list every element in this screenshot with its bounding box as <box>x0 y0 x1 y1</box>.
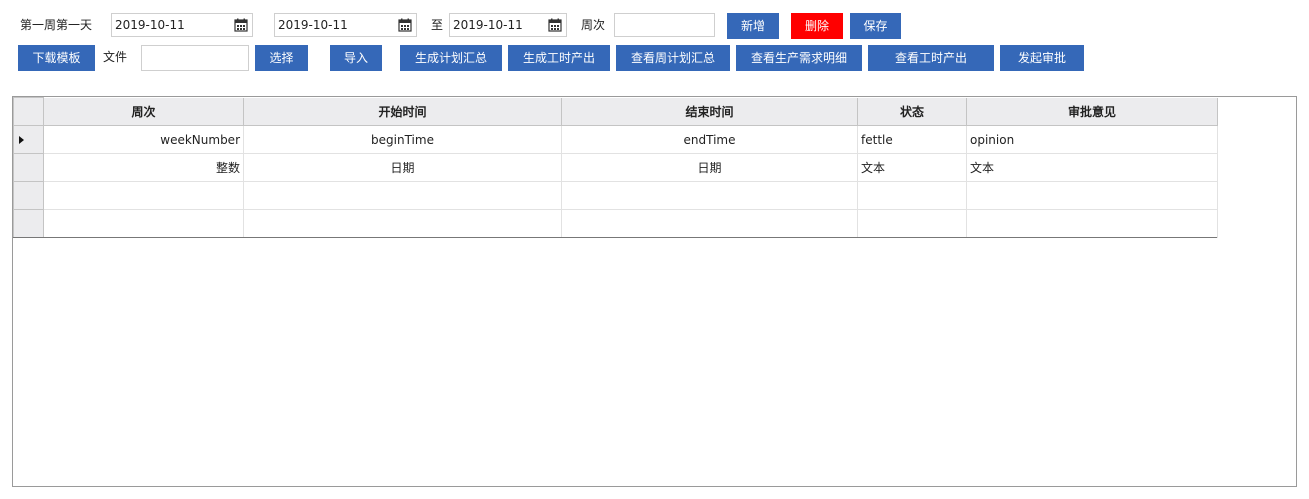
data-grid: 周次 开始时间 结束时间 状态 审批意见 weekNumber beginTim… <box>12 96 1297 487</box>
generate-hours-output-button[interactable]: 生成工时产出 <box>508 45 610 71</box>
save-button[interactable]: 保存 <box>850 13 901 39</box>
download-template-button[interactable]: 下载模板 <box>18 45 95 71</box>
table-row[interactable] <box>13 181 1218 210</box>
calendar-icon[interactable] <box>548 18 562 32</box>
week-input[interactable] <box>614 13 715 37</box>
table-cell[interactable]: weekNumber <box>43 125 244 154</box>
table-cell[interactable] <box>857 209 967 238</box>
week-first-day-label: 第一周第一天 <box>20 18 93 32</box>
table-cell[interactable] <box>243 209 562 238</box>
table-row[interactable] <box>13 209 1218 238</box>
table-cell[interactable]: opinion <box>966 125 1218 154</box>
current-row-arrow-icon <box>19 135 24 144</box>
row-header[interactable] <box>13 209 44 238</box>
view-week-plan-summary-button[interactable]: 查看周计划汇总 <box>616 45 730 71</box>
to-label: 至 <box>431 18 444 32</box>
table-cell[interactable]: 整数 <box>43 153 244 182</box>
table-cell[interactable]: 日期 <box>243 153 562 182</box>
view-hours-output-button[interactable]: 查看工时产出 <box>868 45 994 71</box>
start-date-field[interactable]: 2019-10-11 <box>274 13 417 37</box>
table-cell[interactable] <box>561 181 858 210</box>
grid-table: 周次 开始时间 结束时间 状态 审批意见 weekNumber beginTim… <box>13 97 1218 238</box>
table-cell[interactable]: beginTime <box>243 125 562 154</box>
table-cell[interactable]: 日期 <box>561 153 858 182</box>
table-cell[interactable] <box>857 181 967 210</box>
column-header-week[interactable]: 周次 <box>43 97 244 126</box>
row-header[interactable] <box>13 181 44 210</box>
grid-bottom-border <box>13 237 1217 238</box>
column-header-end-time[interactable]: 结束时间 <box>561 97 858 126</box>
table-cell[interactable] <box>966 209 1218 238</box>
calendar-icon[interactable] <box>398 18 412 32</box>
table-cell[interactable] <box>966 181 1218 210</box>
table-cell[interactable] <box>43 209 244 238</box>
import-button[interactable]: 导入 <box>330 45 382 71</box>
end-date-field[interactable]: 2019-10-11 <box>449 13 567 37</box>
view-production-demand-button[interactable]: 查看生产需求明细 <box>736 45 862 71</box>
table-row[interactable]: 整数 日期 日期 文本 文本 <box>13 153 1218 182</box>
column-header-approval-opinion[interactable]: 审批意见 <box>966 97 1218 126</box>
table-cell[interactable]: endTime <box>561 125 858 154</box>
table-row[interactable]: weekNumber beginTime endTime fettle opin… <box>13 125 1218 154</box>
week-label: 周次 <box>581 18 606 32</box>
table-cell[interactable]: fettle <box>857 125 967 154</box>
table-cell[interactable]: 文本 <box>966 153 1218 182</box>
file-input[interactable] <box>141 45 249 71</box>
week-first-day-date-field[interactable]: 2019-10-11 <box>111 13 253 37</box>
choose-file-button[interactable]: 选择 <box>255 45 308 71</box>
column-header-status[interactable]: 状态 <box>857 97 967 126</box>
column-header-begin-time[interactable]: 开始时间 <box>243 97 562 126</box>
table-cell[interactable]: 文本 <box>857 153 967 182</box>
file-label: 文件 <box>103 50 128 64</box>
generate-plan-summary-button[interactable]: 生成计划汇总 <box>400 45 502 71</box>
table-cell[interactable] <box>43 181 244 210</box>
row-header[interactable] <box>13 153 44 182</box>
row-header[interactable] <box>13 125 44 154</box>
row-header-corner[interactable] <box>13 97 44 126</box>
add-button[interactable]: 新增 <box>727 13 779 39</box>
start-approval-button[interactable]: 发起审批 <box>1000 45 1084 71</box>
delete-button[interactable]: 删除 <box>791 13 843 39</box>
table-cell[interactable] <box>561 209 858 238</box>
calendar-icon[interactable] <box>234 18 248 32</box>
grid-header-row: 周次 开始时间 结束时间 状态 审批意见 <box>13 97 1218 126</box>
table-cell[interactable] <box>243 181 562 210</box>
